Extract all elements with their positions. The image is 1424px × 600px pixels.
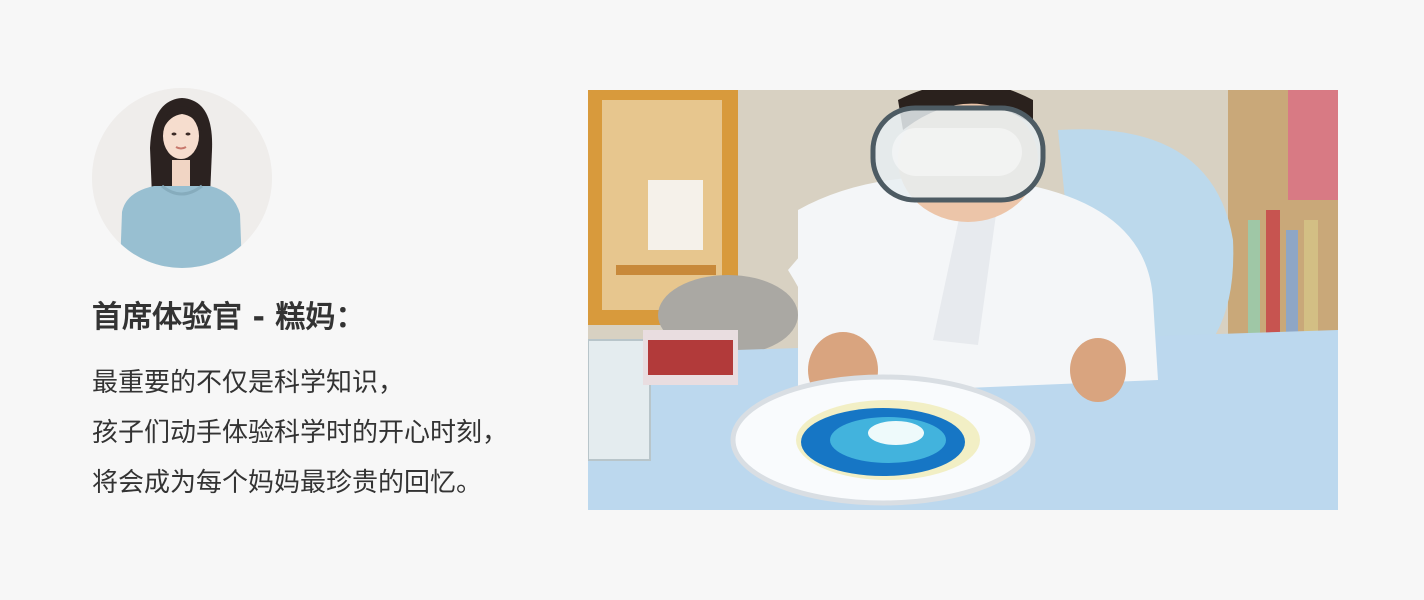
author-avatar [92, 88, 272, 268]
science-experiment-photo [588, 90, 1338, 510]
child-experiment-illustration [588, 90, 1338, 510]
testimonial-title: 首席体验官 - 糕妈： [92, 300, 366, 335]
woman-portrait-illustration [92, 88, 272, 268]
quote-line: 将会成为每个妈妈最珍贵的回忆。 [92, 468, 483, 498]
quote-line: 最重要的不仅是科学知识， [92, 368, 405, 398]
testimonial-quote: 最重要的不仅是科学知识， 孩子们动手体验科学时的开心时刻， 将会成为每个妈妈最珍… [92, 358, 508, 508]
quote-line: 孩子们动手体验科学时的开心时刻， [92, 418, 509, 448]
